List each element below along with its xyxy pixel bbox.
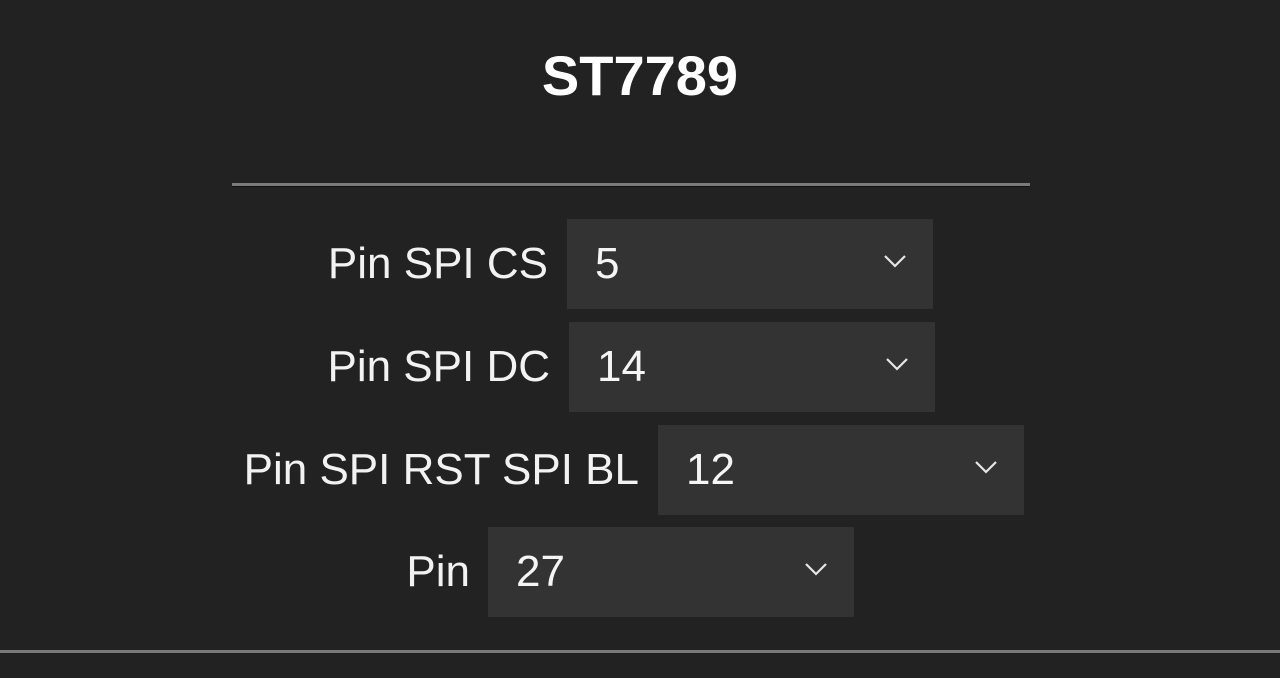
select-value: 12	[686, 445, 735, 494]
section-divider	[232, 183, 1030, 187]
field-label-spi-rst-bl: Pin SPI RST SPI BL	[243, 445, 639, 494]
select-pin[interactable]: 27	[488, 527, 854, 617]
field-label-pin: Pin	[406, 547, 470, 596]
select-spi-rst-bl[interactable]: 12	[658, 425, 1024, 515]
settings-panel: ST7789 Pin SPI CS 5 Pin SPI DC 14 Pin SP…	[0, 0, 1280, 678]
select-value: 5	[595, 239, 620, 288]
bottom-divider	[0, 650, 1280, 653]
page-title: ST7789	[541, 44, 739, 107]
chevron-down-icon	[886, 358, 908, 371]
select-spi-dc[interactable]: 14	[569, 322, 935, 412]
chevron-down-icon	[975, 461, 997, 474]
chevron-down-icon	[805, 563, 827, 576]
select-value: 14	[597, 342, 646, 391]
chevron-down-icon	[884, 255, 906, 268]
select-spi-cs[interactable]: 5	[567, 219, 933, 309]
field-label-spi-dc: Pin SPI DC	[327, 342, 550, 391]
select-value: 27	[516, 547, 565, 596]
field-label-spi-cs: Pin SPI CS	[327, 239, 548, 288]
